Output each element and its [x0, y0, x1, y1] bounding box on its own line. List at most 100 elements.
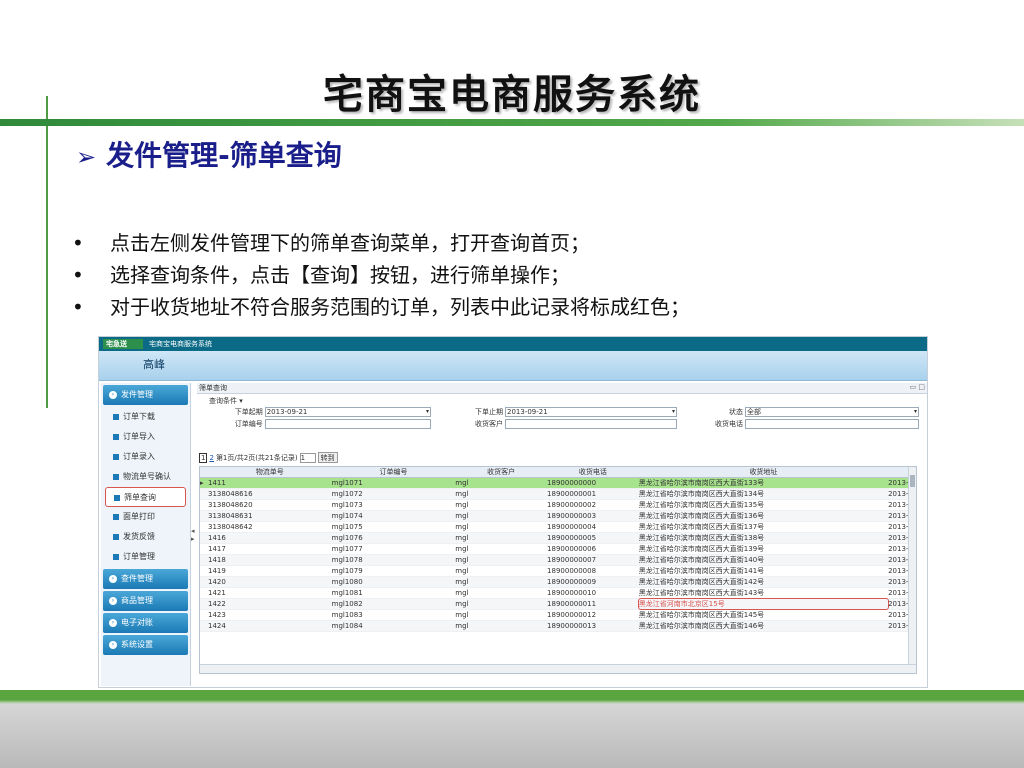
tab-filter-query[interactable]: 筛单查询 ▭ □: [197, 383, 927, 394]
cell-address: 黑龙江省河南市北京区15号: [637, 598, 890, 610]
pager-page-2[interactable]: 2: [209, 454, 213, 462]
table-row[interactable]: ▸ 1411 mgl1071 mgl 18900000000 黑龙江省哈尔滨市南岗区西大直…: [200, 478, 916, 489]
arrow-circle-icon: ›: [109, 574, 117, 583]
table-row[interactable]: 1420 mgl1080 mgl 18900000009 黑龙江省哈尔滨市南岗区西大直街…: [200, 577, 916, 588]
cell-address: 黑龙江省哈尔滨市南岗区西大直街145号: [638, 611, 765, 619]
table-row[interactable]: 3138048620 mgl1073 mgl 18900000002 黑龙江省哈尔滨市南…: [200, 500, 916, 511]
order-start-field[interactable]: 2013-09-21 ▾: [264, 407, 431, 417]
cell-address: 黑龙江省哈尔滨市南岗区西大直街138号: [638, 534, 765, 542]
cell-waybill: 1419: [207, 567, 226, 575]
cell-order: mgl1078: [331, 556, 363, 564]
cell-waybill: 1420: [207, 578, 226, 586]
sidebar-item-order-download[interactable]: 订单下载: [105, 407, 186, 427]
cell-order: mgl1076: [331, 534, 363, 542]
status-value: 全部: [747, 408, 761, 416]
table-row[interactable]: 1419 mgl1079 mgl 18900000008 黑龙江省哈尔滨市南岗区西大直街…: [200, 566, 916, 577]
cell-address: 黑龙江省哈尔滨市南岗区西大直街134号: [638, 490, 765, 498]
bullet-list: 点击左侧发件管理下的筛单查询菜单，打开查询首页； 选择查询条件，点击【查询】按钮…: [72, 227, 690, 323]
col-order[interactable]: 订单编号: [332, 467, 456, 477]
sidebar-group-reconcile[interactable]: › 电子对账: [103, 613, 188, 633]
cell-order: mgl1082: [331, 600, 363, 608]
cell-address: 黑龙江省哈尔滨市南岗区西大直街139号: [638, 545, 765, 553]
arrow-circle-icon: ›: [109, 640, 117, 649]
col-waybill[interactable]: 物流单号: [208, 467, 332, 477]
row-marker: [200, 588, 208, 598]
table-row[interactable]: 1423 mgl1083 mgl 18900000012 黑龙江省哈尔滨市南岗区西大直街…: [200, 610, 916, 621]
table-row[interactable]: 1417 mgl1077 mgl 18900000006 黑龙江省哈尔滨市南岗区西大直街…: [200, 544, 916, 555]
sidebar-item-shipping-feedback[interactable]: 发货反馈: [105, 527, 186, 547]
order-no-input[interactable]: [264, 419, 431, 429]
table-row[interactable]: 1416 mgl1076 mgl 18900000005 黑龙江省哈尔滨市南岗区西大直街…: [200, 533, 916, 544]
pager-page-input[interactable]: 1: [299, 452, 316, 463]
bullet-item: 选择查询条件，点击【查询】按钮，进行筛单操作；: [72, 259, 690, 291]
cell-address: 黑龙江省哈尔滨市南岗区西大直街142号: [638, 578, 765, 586]
cell-order: mgl1071: [331, 479, 363, 487]
cell-phone: 18900000002: [547, 501, 597, 509]
conditions-row-1: 下单起期 2013-09-21 ▾ 下单止期 2013-09-21 ▾ 状态 全部 ▾: [197, 406, 927, 418]
order-end-field[interactable]: 2013-09-21 ▾: [505, 407, 677, 417]
square-bullet-icon: [113, 533, 119, 540]
sidebar-item-order-import[interactable]: 订单导入: [105, 427, 186, 447]
vertical-scrollbar[interactable]: [908, 467, 916, 673]
pager-go-button[interactable]: 转到: [317, 452, 338, 463]
row-marker: [200, 489, 208, 499]
sidebar-item-label: 发货反馈: [123, 532, 155, 541]
cell-waybill: 3138048631: [207, 512, 253, 520]
sidebar-item-order-entry[interactable]: 订单录入: [105, 447, 186, 467]
cell-order: mgl1077: [331, 545, 363, 553]
col-address[interactable]: 收货地址: [639, 467, 888, 477]
cell-phone: 18900000006: [547, 545, 597, 553]
cell-address: 黑龙江省哈尔滨市南岗区西大直街146号: [638, 622, 765, 630]
table-row[interactable]: 1424 mgl1084 mgl 18900000013 黑龙江省哈尔滨市南岗区西大直街…: [200, 621, 916, 632]
cell-address: 黑龙江省哈尔滨市南岗区西大直街136号: [638, 512, 765, 520]
sidebar-group-tracking[interactable]: › 查件管理: [103, 569, 188, 589]
cell-phone: 18900000009: [547, 578, 597, 586]
col-phone[interactable]: 收货电话: [547, 467, 639, 477]
cell-customer: mgl: [455, 556, 469, 564]
tab-label: 筛单查询: [199, 384, 227, 392]
app-screenshot: 宅急送 宅商宝电商服务系统 高峰 › 发件管理 订单下载 订单导入 订单录入 物流…: [98, 336, 928, 688]
conditions-header[interactable]: 查询条件 ▾: [197, 394, 927, 406]
customer-input[interactable]: [505, 419, 677, 429]
status-select[interactable]: 全部 ▾: [745, 407, 919, 417]
sidebar-item-waybill-confirm[interactable]: 物流单号确认: [105, 467, 186, 487]
window-controls-icon[interactable]: ▭ □: [910, 383, 925, 391]
sidebar-group-settings[interactable]: › 系统设置: [103, 635, 188, 655]
cell-waybill: 3138048642: [207, 523, 253, 531]
pager-page-1[interactable]: 1: [199, 452, 208, 463]
table-row[interactable]: 3138048631 mgl1074 mgl 18900000003 黑龙江省哈尔滨市南…: [200, 511, 916, 522]
scroll-thumb[interactable]: [910, 475, 915, 487]
table-row[interactable]: 3138048642 mgl1075 mgl 18900000004 黑龙江省哈尔滨市南…: [200, 522, 916, 533]
table-row[interactable]: 1418 mgl1078 mgl 18900000007 黑龙江省哈尔滨市南岗区西大直街…: [200, 555, 916, 566]
cell-waybill: 1417: [207, 545, 226, 553]
sidebar-item-filter-query[interactable]: 筛单查询: [105, 487, 186, 507]
table-row[interactable]: 1421 mgl1081 mgl 18900000010 黑龙江省哈尔滨市南岗区西大直街…: [200, 588, 916, 599]
sidebar-item-order-manage[interactable]: 订单管理: [105, 547, 186, 567]
sidebar-group-label: 发件管理: [121, 390, 153, 399]
horizontal-scrollbar[interactable]: [200, 664, 916, 673]
table-row[interactable]: 1422 mgl1082 mgl 18900000011 黑龙江省河南市北京区15号 20…: [200, 598, 916, 610]
pager-summary: 第1页/共2页(共21条记录): [215, 453, 298, 462]
sidebar-collapse-icon[interactable]: ◂ ▸: [191, 527, 195, 543]
cell-waybill: 1424: [207, 622, 226, 630]
row-marker: [200, 511, 208, 521]
phone-input[interactable]: [745, 419, 919, 429]
cell-customer: mgl: [455, 501, 469, 509]
cell-waybill: 1411: [207, 479, 226, 487]
sidebar-group-label: 电子对账: [121, 618, 153, 627]
row-marker: [200, 566, 208, 576]
row-marker: [200, 544, 208, 554]
cell-address: 黑龙江省哈尔滨市南岗区西大直街141号: [638, 567, 765, 575]
arrow-circle-icon: ›: [109, 618, 117, 627]
cell-customer: mgl: [455, 611, 469, 619]
sidebar-group-label: 查件管理: [121, 574, 153, 583]
sidebar-group-products[interactable]: › 商品管理: [103, 591, 188, 611]
order-end-label: 下单止期: [475, 408, 503, 416]
cell-waybill: 1416: [207, 534, 226, 542]
sidebar-item-label: 筛单查询: [124, 493, 156, 502]
col-customer[interactable]: 收货客户: [455, 467, 547, 477]
cell-waybill: 1422: [207, 600, 226, 608]
table-row[interactable]: 3138048616 mgl1072 mgl 18900000001 黑龙江省哈尔滨市南…: [200, 489, 916, 500]
sidebar-item-label-print[interactable]: 面单打印: [105, 507, 186, 527]
sidebar-group-send[interactable]: › 发件管理: [103, 385, 188, 405]
